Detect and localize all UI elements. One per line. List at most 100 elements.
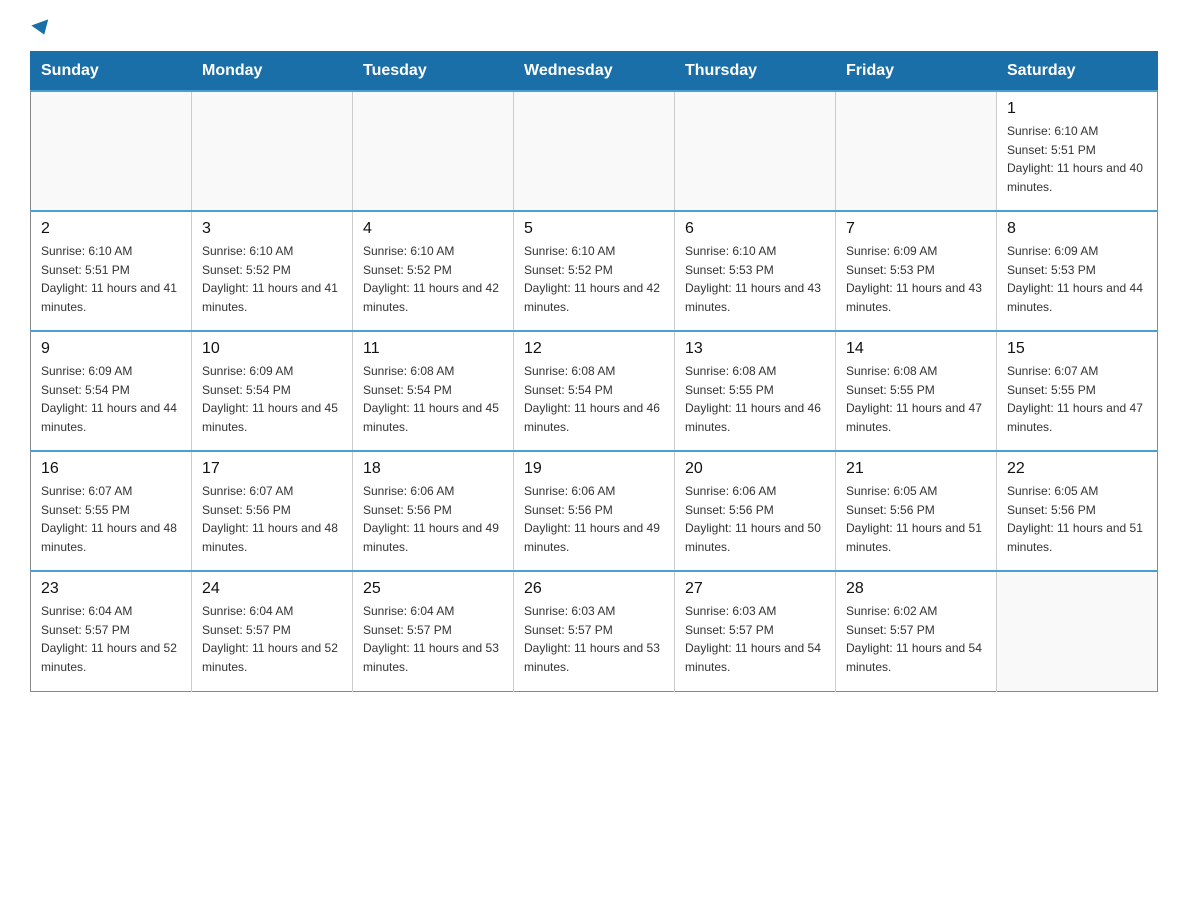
calendar-cell: 12 Sunrise: 6:08 AM Sunset: 5:54 PM Dayli…: [514, 331, 675, 451]
day-info: Sunrise: 6:05 AM Sunset: 5:56 PM Dayligh…: [1007, 482, 1147, 556]
day-number: 10: [202, 340, 342, 358]
day-info: Sunrise: 6:10 AM Sunset: 5:51 PM Dayligh…: [41, 242, 181, 316]
calendar-cell: 14Sunrise: 6:08 AM Sunset: 5:55 PM Dayli…: [836, 331, 997, 451]
weekday-header-friday: Friday: [836, 52, 997, 92]
day-number: 9: [41, 340, 181, 358]
day-number: 14: [846, 340, 986, 358]
day-number: 2: [41, 220, 181, 238]
day-number: 19: [524, 460, 664, 478]
calendar-cell: 24 Sunrise: 6:04 AM Sunset: 5:57 PM Dayli…: [192, 571, 353, 691]
day-info: Sunrise: 6:03 AM Sunset: 5:57 PM Dayligh…: [524, 602, 664, 676]
calendar-cell: 17Sunrise: 6:07 AM Sunset: 5:56 PM Dayli…: [192, 451, 353, 571]
calendar-cell: [514, 91, 675, 211]
calendar-cell: 19 Sunrise: 6:06 AM Sunset: 5:56 PM Dayli…: [514, 451, 675, 571]
day-number: 5: [524, 220, 664, 238]
calendar-cell: 3 Sunrise: 6:10 AM Sunset: 5:52 PM Daylig…: [192, 211, 353, 331]
day-info: Sunrise: 6:02 AM Sunset: 5:57 PM Dayligh…: [846, 602, 986, 676]
day-number: 12: [524, 340, 664, 358]
day-number: 1: [1007, 100, 1147, 118]
calendar-week-row: 9 Sunrise: 6:09 AM Sunset: 5:54 PM Daylig…: [31, 331, 1158, 451]
calendar-cell: 20 Sunrise: 6:06 AM Sunset: 5:56 PM Dayli…: [675, 451, 836, 571]
day-info: Sunrise: 6:10 AM Sunset: 5:51 PM Dayligh…: [1007, 122, 1147, 196]
calendar-cell: [675, 91, 836, 211]
calendar-cell: 25Sunrise: 6:04 AM Sunset: 5:57 PM Dayli…: [353, 571, 514, 691]
day-number: 16: [41, 460, 181, 478]
day-number: 11: [363, 340, 503, 358]
calendar-cell: [31, 91, 192, 211]
weekday-header-sunday: Sunday: [31, 52, 192, 92]
day-info: Sunrise: 6:07 AM Sunset: 5:55 PM Dayligh…: [41, 482, 181, 556]
day-info: Sunrise: 6:10 AM Sunset: 5:52 PM Dayligh…: [202, 242, 342, 316]
day-info: Sunrise: 6:09 AM Sunset: 5:54 PM Dayligh…: [202, 362, 342, 436]
calendar-cell: [836, 91, 997, 211]
calendar-cell: 10 Sunrise: 6:09 AM Sunset: 5:54 PM Dayli…: [192, 331, 353, 451]
calendar-cell: 1 Sunrise: 6:10 AM Sunset: 5:51 PM Daylig…: [997, 91, 1158, 211]
calendar-cell: 7 Sunrise: 6:09 AM Sunset: 5:53 PM Daylig…: [836, 211, 997, 331]
day-info: Sunrise: 6:09 AM Sunset: 5:53 PM Dayligh…: [846, 242, 986, 316]
weekday-header-tuesday: Tuesday: [353, 52, 514, 92]
calendar-cell: 13 Sunrise: 6:08 AM Sunset: 5:55 PM Dayli…: [675, 331, 836, 451]
day-number: 27: [685, 580, 825, 598]
logo: [30, 20, 51, 33]
day-number: 28: [846, 580, 986, 598]
calendar-cell: 26 Sunrise: 6:03 AM Sunset: 5:57 PM Dayli…: [514, 571, 675, 691]
day-number: 4: [363, 220, 503, 238]
weekday-header-monday: Monday: [192, 52, 353, 92]
weekday-header-row: SundayMondayTuesdayWednesdayThursdayFrid…: [31, 52, 1158, 92]
calendar-cell: [353, 91, 514, 211]
day-number: 23: [41, 580, 181, 598]
logo-arrow-icon: [31, 19, 52, 37]
day-number: 21: [846, 460, 986, 478]
calendar-cell: 15 Sunrise: 6:07 AM Sunset: 5:55 PM Dayli…: [997, 331, 1158, 451]
day-info: Sunrise: 6:04 AM Sunset: 5:57 PM Dayligh…: [41, 602, 181, 676]
calendar-cell: 11 Sunrise: 6:08 AM Sunset: 5:54 PM Dayli…: [353, 331, 514, 451]
calendar-cell: [997, 571, 1158, 691]
page-header: [30, 20, 1158, 33]
day-info: Sunrise: 6:08 AM Sunset: 5:54 PM Dayligh…: [524, 362, 664, 436]
day-info: Sunrise: 6:06 AM Sunset: 5:56 PM Dayligh…: [524, 482, 664, 556]
day-number: 17: [202, 460, 342, 478]
calendar-cell: 6Sunrise: 6:10 AM Sunset: 5:53 PM Daylig…: [675, 211, 836, 331]
day-info: Sunrise: 6:06 AM Sunset: 5:56 PM Dayligh…: [685, 482, 825, 556]
calendar-cell: 23 Sunrise: 6:04 AM Sunset: 5:57 PM Dayli…: [31, 571, 192, 691]
day-info: Sunrise: 6:09 AM Sunset: 5:53 PM Dayligh…: [1007, 242, 1147, 316]
day-number: 8: [1007, 220, 1147, 238]
day-number: 13: [685, 340, 825, 358]
calendar-cell: 18 Sunrise: 6:06 AM Sunset: 5:56 PM Dayli…: [353, 451, 514, 571]
calendar-week-row: 23 Sunrise: 6:04 AM Sunset: 5:57 PM Dayli…: [31, 571, 1158, 691]
day-number: 26: [524, 580, 664, 598]
day-info: Sunrise: 6:10 AM Sunset: 5:53 PM Dayligh…: [685, 242, 825, 316]
day-info: Sunrise: 6:08 AM Sunset: 5:54 PM Dayligh…: [363, 362, 503, 436]
day-number: 18: [363, 460, 503, 478]
weekday-header-saturday: Saturday: [997, 52, 1158, 92]
calendar-cell: 22Sunrise: 6:05 AM Sunset: 5:56 PM Dayli…: [997, 451, 1158, 571]
day-info: Sunrise: 6:03 AM Sunset: 5:57 PM Dayligh…: [685, 602, 825, 676]
calendar-table: SundayMondayTuesdayWednesdayThursdayFrid…: [30, 51, 1158, 692]
calendar-week-row: 2 Sunrise: 6:10 AM Sunset: 5:51 PM Daylig…: [31, 211, 1158, 331]
calendar-week-row: 1 Sunrise: 6:10 AM Sunset: 5:51 PM Daylig…: [31, 91, 1158, 211]
calendar-week-row: 16 Sunrise: 6:07 AM Sunset: 5:55 PM Dayli…: [31, 451, 1158, 571]
calendar-cell: 5 Sunrise: 6:10 AM Sunset: 5:52 PM Daylig…: [514, 211, 675, 331]
weekday-header-thursday: Thursday: [675, 52, 836, 92]
day-number: 20: [685, 460, 825, 478]
calendar-cell: 21Sunrise: 6:05 AM Sunset: 5:56 PM Dayli…: [836, 451, 997, 571]
day-number: 3: [202, 220, 342, 238]
day-info: Sunrise: 6:06 AM Sunset: 5:56 PM Dayligh…: [363, 482, 503, 556]
calendar-cell: 28 Sunrise: 6:02 AM Sunset: 5:57 PM Dayli…: [836, 571, 997, 691]
day-info: Sunrise: 6:04 AM Sunset: 5:57 PM Dayligh…: [202, 602, 342, 676]
calendar-cell: 16 Sunrise: 6:07 AM Sunset: 5:55 PM Dayli…: [31, 451, 192, 571]
day-number: 25: [363, 580, 503, 598]
calendar-cell: 4 Sunrise: 6:10 AM Sunset: 5:52 PM Daylig…: [353, 211, 514, 331]
calendar-cell: 27 Sunrise: 6:03 AM Sunset: 5:57 PM Dayli…: [675, 571, 836, 691]
calendar-cell: 8 Sunrise: 6:09 AM Sunset: 5:53 PM Daylig…: [997, 211, 1158, 331]
day-info: Sunrise: 6:07 AM Sunset: 5:55 PM Dayligh…: [1007, 362, 1147, 436]
day-number: 15: [1007, 340, 1147, 358]
day-info: Sunrise: 6:08 AM Sunset: 5:55 PM Dayligh…: [685, 362, 825, 436]
day-number: 24: [202, 580, 342, 598]
day-number: 7: [846, 220, 986, 238]
calendar-cell: 9Sunrise: 6:09 AM Sunset: 5:54 PM Daylig…: [31, 331, 192, 451]
day-info: Sunrise: 6:10 AM Sunset: 5:52 PM Dayligh…: [524, 242, 664, 316]
day-info: Sunrise: 6:10 AM Sunset: 5:52 PM Dayligh…: [363, 242, 503, 316]
calendar-cell: 2 Sunrise: 6:10 AM Sunset: 5:51 PM Daylig…: [31, 211, 192, 331]
weekday-header-wednesday: Wednesday: [514, 52, 675, 92]
